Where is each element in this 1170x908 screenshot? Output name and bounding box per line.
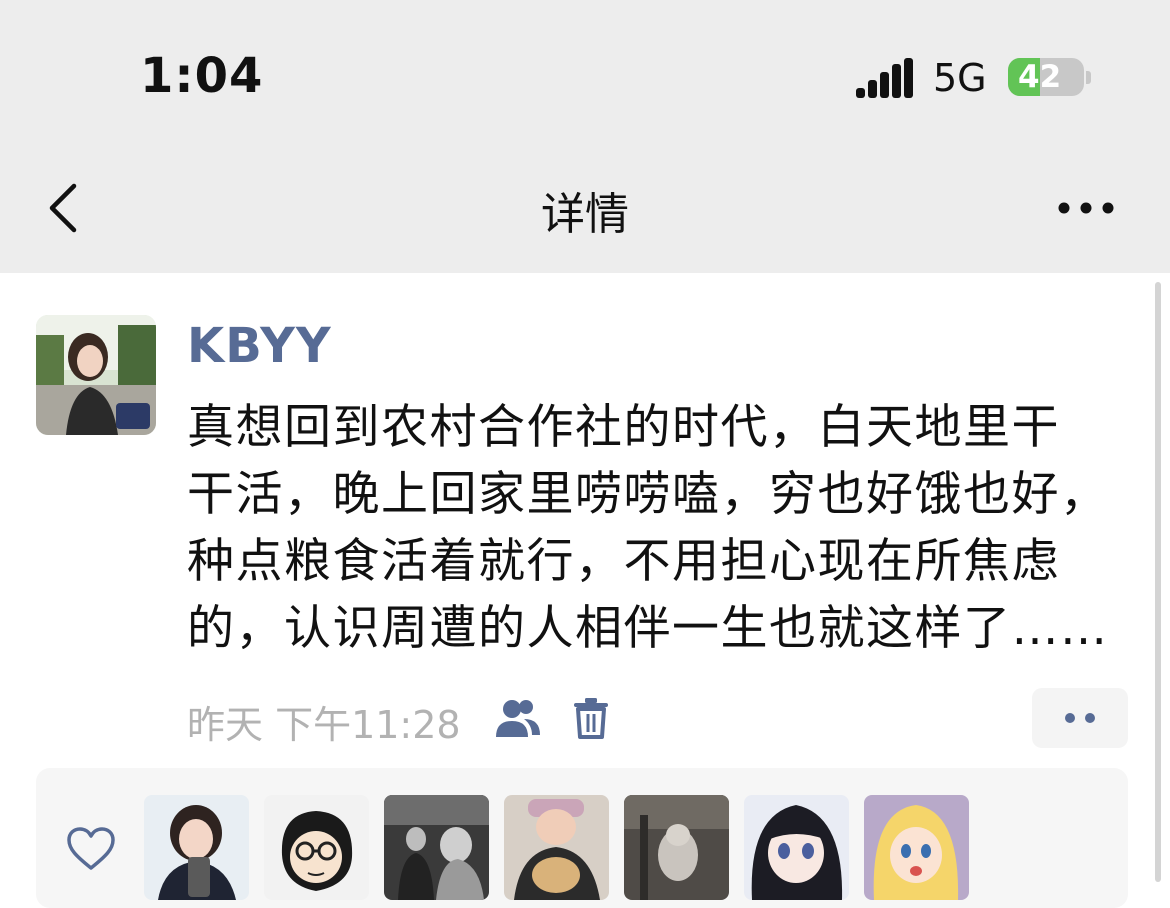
heart-icon: [67, 827, 115, 870]
avatar[interactable]: [36, 315, 156, 435]
friends-icon: [496, 700, 540, 737]
post-text-line: 的，认识周遭的人相伴一生也就这样了……: [187, 601, 1109, 656]
liker-avatar-3[interactable]: [384, 795, 489, 900]
battery-level: 42: [1018, 59, 1062, 95]
post-text-line: 真想回到农村合作社的时代，白天地里干: [187, 400, 1060, 455]
more-button[interactable]: [1056, 188, 1116, 228]
liker-avatar-6[interactable]: [744, 795, 849, 900]
post-text-line: 种点粮食活着就行，不用担心现在所焦虑: [187, 534, 1060, 589]
post-text-line: 干活，晚上回家里唠唠嗑，穷也好饿也好，: [187, 467, 1109, 522]
ellipsis-icon: [1058, 202, 1114, 214]
liker-avatar-7[interactable]: [864, 795, 969, 900]
liker-avatar-2[interactable]: [264, 795, 369, 900]
scrollbar[interactable]: [1155, 282, 1161, 882]
battery-nub: [1086, 71, 1091, 84]
status-time: 1:04: [140, 48, 264, 104]
page-title: 详情: [541, 189, 629, 240]
post-action-button[interactable]: [1032, 688, 1128, 748]
post-timestamp: 昨天 下午11:28: [187, 703, 461, 747]
two-dots-icon: [1065, 713, 1095, 723]
post-text: 真想回到农村合作社的时代，白天地里干 干活，晚上回家里唠唠嗑，穷也好饿也好， 种…: [187, 394, 1132, 662]
signal-icon: [856, 58, 913, 98]
trash-icon[interactable]: [572, 697, 610, 739]
liker-avatar-5[interactable]: [624, 795, 729, 900]
network-type: 5G: [933, 56, 987, 100]
battery-indicator: 42: [1008, 58, 1084, 96]
liker-avatar-1[interactable]: [144, 795, 249, 900]
post-username[interactable]: KBYY: [187, 318, 332, 374]
liker-avatar-4[interactable]: [504, 795, 609, 900]
